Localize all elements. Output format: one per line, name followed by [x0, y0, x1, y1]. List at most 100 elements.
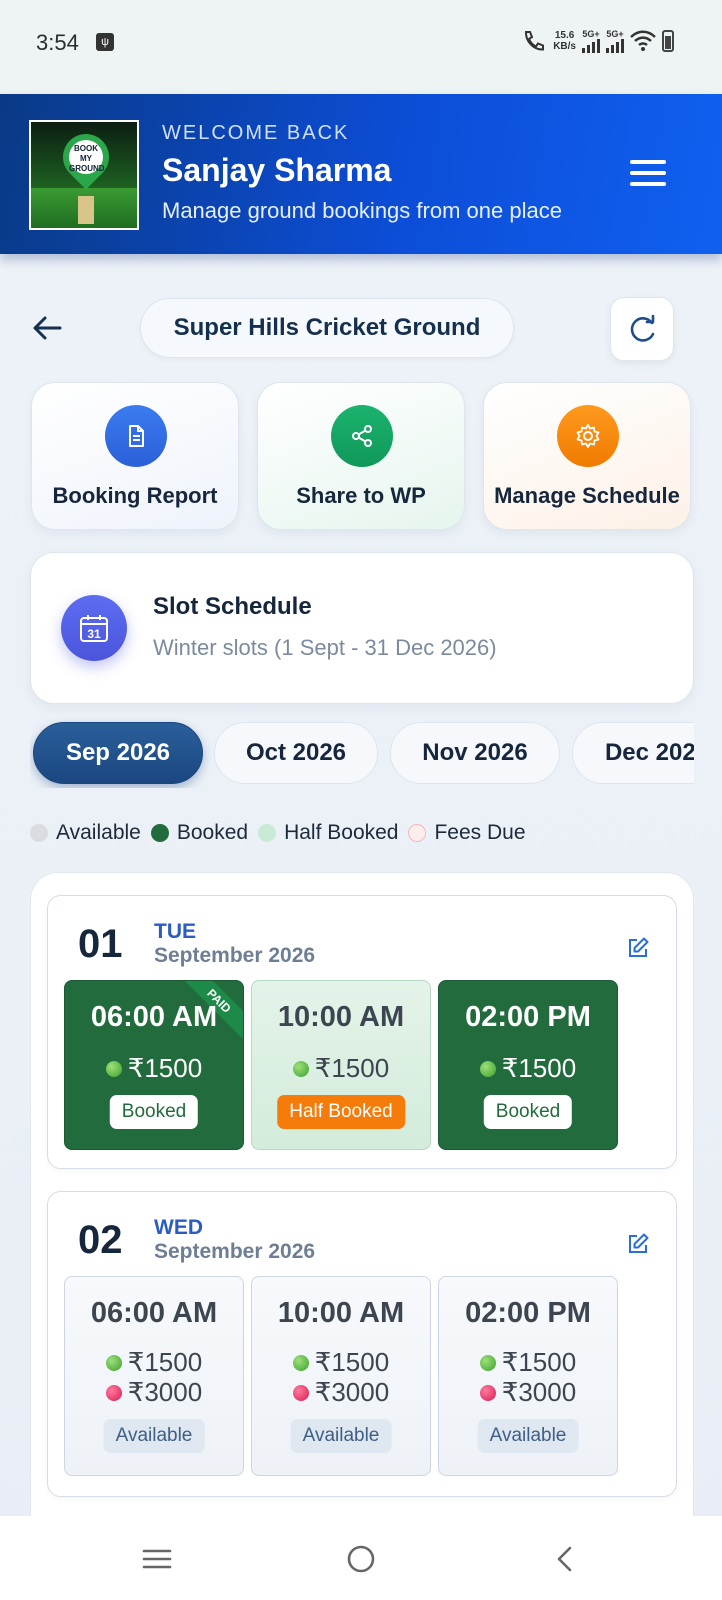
leather-ball-icon [292, 1384, 309, 1401]
slot-time: 06:00 AM [90, 1297, 218, 1329]
home-circle-icon[interactable] [344, 1542, 378, 1576]
status-bar: 3:54 ψ 15.6 KB/s 5G+ 5G+ [0, 0, 722, 94]
leather-ball-icon [479, 1384, 496, 1401]
tennis-ball-icon [479, 1354, 496, 1371]
signal-2-icon: 5G+ [606, 29, 624, 53]
share-to-wp-button[interactable]: Share to WP [257, 382, 465, 530]
header-subtitle: Manage ground bookings from one place [162, 198, 562, 223]
slot-status-badge: Booked [109, 1095, 199, 1129]
booking-report-label: Booking Report [52, 483, 218, 508]
document-icon [105, 405, 167, 467]
slot-card[interactable]: 10:00 AM ₹1500 Half Booked [251, 980, 431, 1150]
slot-card[interactable]: 02:00 PM ₹1500 Booked [438, 980, 618, 1150]
day-month: September 2026 [154, 944, 316, 967]
slot-card[interactable]: 10:00 AM ₹1500 ₹3000 Available [251, 1276, 431, 1476]
slot-time: 02:00 PM [465, 1001, 591, 1033]
price-value: ₹1500 [501, 1053, 577, 1083]
slot-card[interactable]: PAID 06:00 AM ₹1500 Booked [64, 980, 244, 1150]
booking-report-button[interactable]: Booking Report [31, 382, 239, 530]
day-weekday: TUE [154, 920, 196, 943]
legend-dot [150, 824, 169, 842]
share-icon [331, 405, 393, 467]
share-to-wp-label: Share to WP [296, 483, 426, 508]
slot-price-tennis: ₹1500 [65, 1347, 243, 1378]
price-value: ₹1500 [314, 1347, 390, 1377]
tennis-ball-icon [479, 1060, 496, 1077]
slot-time: 06:00 AM [90, 1001, 218, 1033]
slot-time: 10:00 AM [277, 1297, 405, 1329]
leather-ball-icon [105, 1384, 122, 1401]
tennis-ball-icon [292, 1060, 309, 1077]
price-value: ₹1500 [501, 1347, 577, 1377]
slot-time: 10:00 AM [277, 1001, 405, 1033]
day-card: 02 WED September 2026 06:00 AM ₹1500 ₹30… [47, 1191, 677, 1497]
day-number: 01 [78, 922, 123, 966]
slot-schedule-subtitle: Winter slots (1 Sept - 31 Dec 2026) [153, 635, 497, 660]
legend-dot [408, 824, 427, 842]
edit-icon[interactable] [626, 936, 650, 960]
tab-nov-2026[interactable]: Nov 2026 [390, 722, 560, 784]
network-speed: 15.6 KB/s [553, 30, 576, 52]
legend-booked: Booked [150, 821, 249, 845]
slot-card[interactable]: 02:00 PM ₹1500 ₹3000 Available [438, 1276, 618, 1476]
legend-label: Half Booked [284, 821, 399, 844]
legend-fees-due: Fees Due [408, 821, 526, 845]
tennis-ball-icon [105, 1060, 122, 1077]
app-header: BOOK MY GROUND WELCOME BACK Sanjay Sharm… [0, 94, 722, 254]
slot-price-tennis: ₹1500 [252, 1053, 430, 1084]
signal-1-label: 5G+ [582, 29, 600, 39]
legend-label: Booked [176, 821, 249, 844]
legend-available: Available [30, 821, 141, 845]
slot-price-tennis: ₹1500 [65, 1053, 243, 1084]
day-month: September 2026 [154, 1240, 316, 1263]
user-name: Sanjay Sharma [162, 152, 392, 188]
battery-icon [662, 30, 674, 52]
slot-schedule-title: Slot Schedule [153, 593, 312, 620]
days-list: 01 TUE September 2026 PAID 06:00 AM ₹150… [30, 872, 694, 1600]
status-legend: Available Booked Half Booked Fees Due [30, 818, 536, 848]
price-value: ₹3000 [501, 1377, 577, 1407]
slot-price-tennis: ₹1500 [439, 1053, 617, 1084]
slot-schedule-card[interactable]: 31 Slot Schedule Winter slots (1 Sept - … [30, 552, 694, 704]
refresh-icon [630, 314, 655, 342]
speed-value: 15.6 [554, 30, 575, 41]
status-time: 3:54 [36, 30, 79, 55]
price-value: ₹1500 [127, 1347, 203, 1377]
slot-status-badge: Available [103, 1419, 205, 1453]
tab-sep-2026[interactable]: Sep 2026 [33, 722, 203, 784]
welcome-label: WELCOME BACK [162, 122, 350, 144]
tab-oct-2026[interactable]: Oct 2026 [214, 722, 378, 784]
logo-text: BOOK MY GROUND [69, 140, 105, 174]
day-number: 02 [78, 1218, 123, 1262]
slot-time: 02:00 PM [465, 1297, 591, 1329]
usb-icon: ψ [96, 33, 114, 51]
price-value: ₹1500 [127, 1053, 203, 1083]
slot-price-leather: ₹3000 [252, 1377, 430, 1408]
tab-dec-2026[interactable]: Dec 2026 [572, 722, 694, 784]
month-tabs: Sep 2026 Oct 2026 Nov 2026 Dec 2026 [30, 718, 694, 788]
app-logo: BOOK MY GROUND [29, 120, 139, 230]
price-value: ₹3000 [127, 1377, 203, 1407]
price-value: ₹1500 [314, 1053, 390, 1083]
slot-price-leather: ₹3000 [65, 1377, 243, 1408]
legend-label: Fees Due [434, 821, 526, 844]
back-arrow-icon[interactable] [30, 310, 66, 346]
day-card: 01 TUE September 2026 PAID 06:00 AM ₹150… [47, 895, 677, 1169]
wifi-icon [630, 30, 656, 51]
back-chevron-icon[interactable] [548, 1542, 582, 1576]
edit-icon[interactable] [626, 1232, 650, 1256]
manage-schedule-button[interactable]: Manage Schedule [483, 382, 691, 530]
ground-name[interactable]: Super Hills Cricket Ground [140, 298, 514, 358]
signal-2-label: 5G+ [606, 29, 624, 39]
tennis-ball-icon [292, 1354, 309, 1371]
slot-status-badge: Booked [483, 1095, 573, 1129]
slot-card[interactable]: 06:00 AM ₹1500 ₹3000 Available [64, 1276, 244, 1476]
menu-icon[interactable] [630, 160, 666, 188]
slot-status-badge: Available [477, 1419, 579, 1453]
refresh-button[interactable] [610, 297, 674, 361]
legend-half-booked: Half Booked [258, 821, 398, 845]
tennis-ball-icon [105, 1354, 122, 1371]
legend-label: Available [56, 821, 141, 844]
recents-menu-icon[interactable] [140, 1542, 174, 1576]
speed-unit: KB/s [553, 41, 576, 52]
